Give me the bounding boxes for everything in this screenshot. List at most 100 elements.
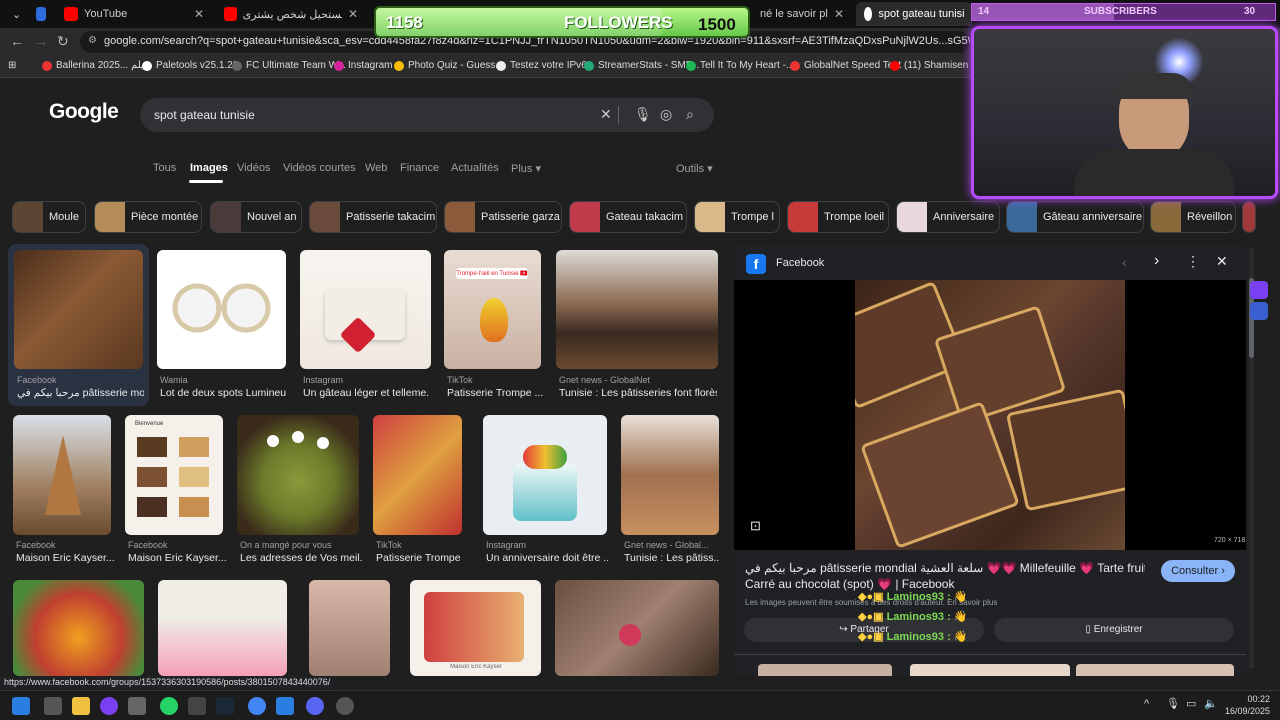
clock-date[interactable]: 16/09/2025 [1216,706,1270,716]
tab-all[interactable]: Tous [153,162,176,174]
forward-icon[interactable]: → [34,33,48,49]
start-icon[interactable] [12,697,30,715]
preview-title[interactable]: مرحبا بيكم في pâtisserie mondial سلعة ال… [745,560,1145,592]
whatsapp-icon[interactable] [160,697,178,715]
result-title[interactable]: Maison Eric Kayser... [128,552,226,564]
bookmark-item[interactable]: Paletools v25.1.23 [142,60,238,71]
task-view-icon[interactable] [44,697,62,715]
close-icon[interactable]: ✕ [834,7,844,21]
tab-images[interactable]: Images [190,162,228,174]
result-image[interactable] [373,415,462,535]
microphone-icon[interactable]: 🎙 [1166,697,1180,710]
tab-short-videos[interactable]: Vidéos courtes [283,162,356,174]
tab-web[interactable]: Web [365,162,387,174]
chip-gateau-anniversaire[interactable]: Gâteau anniversaire [1006,201,1144,233]
camera-lens-icon[interactable]: ◎ [660,106,672,123]
save-button[interactable]: ▯ Enregistrer [994,618,1234,642]
result-title[interactable]: Lot de deux spots Lumineu... [160,387,287,399]
tab-finance[interactable]: Finance [400,162,439,174]
more-options-icon[interactable]: ⋮ [1186,253,1200,270]
result-title[interactable]: Les adresses de Vos meil... [240,552,362,564]
chip-patisserie-takacim[interactable]: Patisserie takacim [309,201,437,233]
search-icon[interactable]: ⌕ [686,106,694,123]
reload-icon[interactable]: ↻ [57,33,69,50]
steam-icon[interactable] [216,697,234,715]
chip-patisserie-garza[interactable]: Patisserie garza [444,201,562,233]
bookmark-item[interactable]: StreamerStats - SMF... [584,60,699,71]
chip-reveillon[interactable]: Réveillon [1150,201,1236,233]
bookmark-item[interactable]: FC Ultimate Team W... [232,60,346,71]
chip-moule[interactable]: Moule [12,201,86,233]
lens-search-icon[interactable]: ⊡ [750,518,761,534]
visit-button[interactable]: Consulter › [1161,560,1235,582]
close-icon[interactable]: ✕ [1216,253,1228,270]
tray-chevron-icon[interactable]: ^ [1144,698,1149,710]
chip-anniversaire[interactable]: Anniversaire [896,201,1000,233]
result-title[interactable]: Un anniversaire doit être ... [486,552,608,564]
back-icon[interactable]: ← [10,33,24,49]
result-title[interactable]: Maison Eric Kayser... [16,552,114,564]
result-title[interactable]: Tunisie : Les pâtiss... [624,552,719,564]
chip-trompe-loeil[interactable]: Trompe loeil [787,201,889,233]
tab-news[interactable]: Actualités [451,162,499,174]
result-image[interactable] [13,415,111,535]
result-image[interactable]: Trompe-l'œil en Tunisie 🇹🇳 [444,250,541,369]
extension-icon[interactable] [1250,281,1268,299]
app-icon[interactable] [100,697,118,715]
result-image[interactable] [300,250,431,369]
chip-gateau-takacim[interactable]: Gateau takacim [569,201,687,233]
bookmark-item[interactable]: Tell It To My Heart -... [686,60,794,71]
clear-icon[interactable]: ✕ [600,106,612,123]
result-image[interactable] [309,580,390,676]
preview-image-area[interactable]: ⊡ [734,280,1246,550]
close-icon[interactable]: ✕ [194,7,204,21]
result-title[interactable]: Un gâteau léger et telleme... [303,387,430,399]
result-image[interactable] [621,415,719,535]
google-logo[interactable]: Google [49,100,119,124]
tab-article[interactable]: né le savoir plus tôt ✕ [752,2,852,26]
chip-nouvel-an[interactable]: Nouvel an [210,201,302,233]
result-image[interactable] [14,250,143,369]
result-image[interactable] [237,415,359,535]
result-image[interactable] [157,250,286,369]
tab-video[interactable]: مشروبات مستحيل شخص يشترى ✕ [216,2,366,26]
chip-trompe-l[interactable]: Trompe l [694,201,780,233]
chip-piece-montee[interactable]: Pièce montée [94,201,202,233]
bookmark-item[interactable]: GlobalNet Speed Test [790,60,901,71]
result-title[interactable]: Tunisie : Les pâtisseries font florès... [559,387,717,399]
result-image[interactable] [483,415,607,535]
tab-youtube[interactable]: YouTube ✕ [56,2,212,26]
bookmark-item[interactable]: Photo Quiz - Guess... [394,60,504,71]
result-image[interactable] [13,580,144,676]
search-input[interactable]: spot gateau tunisie [154,108,255,122]
related-image[interactable] [910,664,1070,676]
file-explorer-icon[interactable] [72,697,90,715]
bookmark-item[interactable]: Instagram [334,60,392,71]
app-icon[interactable] [188,697,206,715]
tab-search-button[interactable]: ⌄ [4,2,24,26]
tab-google-search[interactable]: spot gateau tunisie - Recherc [856,2,972,26]
app-icon[interactable] [128,697,146,715]
related-image[interactable] [1076,664,1234,676]
result-image[interactable] [556,250,718,369]
result-image[interactable] [158,580,287,676]
microphone-icon[interactable]: 🎙 [634,106,652,123]
apps-icon[interactable]: ⊞ [8,60,16,71]
obs-icon[interactable] [336,697,354,715]
translate-icon[interactable] [1250,302,1268,320]
result-image[interactable] [555,580,719,676]
bookmark-item[interactable]: Ballerina 2025... فيلم [42,60,149,71]
clock-time[interactable]: 00:22 [1226,694,1270,704]
result-title[interactable]: مرحبا بيكم في pâtisserie mondi... [17,387,144,399]
chip-partial[interactable] [1242,201,1256,233]
previous-icon[interactable]: ‹ [1122,254,1127,270]
tab-videos[interactable]: Vidéos [237,162,270,174]
network-icon[interactable]: ▭ [1186,697,1196,710]
tools-button[interactable]: Outils ▾ [676,162,713,175]
chrome-icon[interactable] [248,697,266,715]
tab-pinned[interactable] [28,2,54,26]
result-image[interactable]: Bienvenue [125,415,223,535]
next-icon[interactable]: › [1154,252,1159,270]
tab-more[interactable]: Plus ▾ [511,162,541,175]
site-info-icon[interactable]: ⚙ [88,35,97,46]
